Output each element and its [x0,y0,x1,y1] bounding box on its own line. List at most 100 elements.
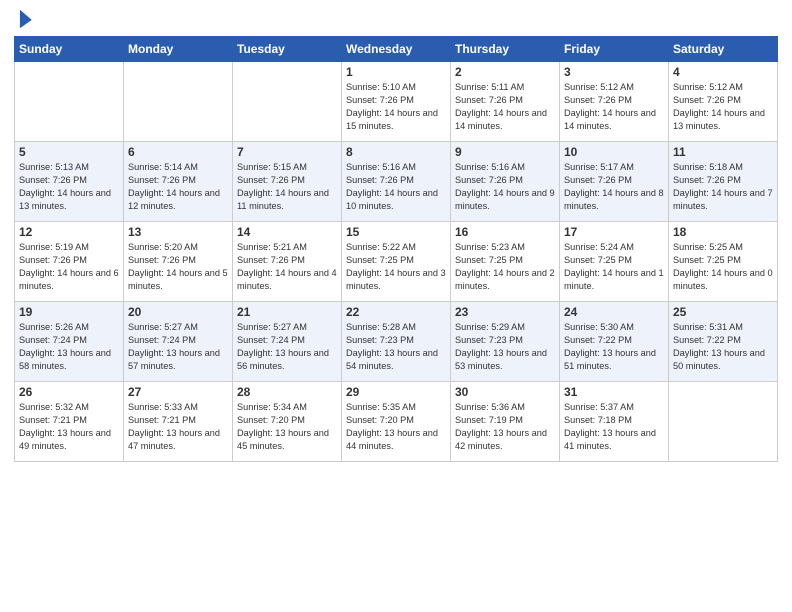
day-number: 15 [346,225,446,239]
table-row: 8 Sunrise: 5:16 AM Sunset: 7:26 PM Daylig… [342,142,451,222]
day-info: Sunrise: 5:28 AM Sunset: 7:23 PM Dayligh… [346,321,446,373]
table-row: 10 Sunrise: 5:17 AM Sunset: 7:26 PM Dayli… [560,142,669,222]
table-row: 14 Sunrise: 5:21 AM Sunset: 7:26 PM Dayli… [233,222,342,302]
day-info: Sunrise: 5:12 AM Sunset: 7:26 PM Dayligh… [564,81,664,133]
day-info: Sunrise: 5:34 AM Sunset: 7:20 PM Dayligh… [237,401,337,453]
day-number: 6 [128,145,228,159]
day-number: 25 [673,305,773,319]
table-row: 1 Sunrise: 5:10 AM Sunset: 7:26 PM Daylig… [342,62,451,142]
day-number: 10 [564,145,664,159]
day-info: Sunrise: 5:16 AM Sunset: 7:26 PM Dayligh… [455,161,555,213]
table-row: 5Sunrise: 5:13 AM Sunset: 7:26 PM Daylig… [15,142,124,222]
day-number: 18 [673,225,773,239]
day-number: 8 [346,145,446,159]
day-info: Sunrise: 5:29 AM Sunset: 7:23 PM Dayligh… [455,321,555,373]
day-info: Sunrise: 5:37 AM Sunset: 7:18 PM Dayligh… [564,401,664,453]
table-row: 29 Sunrise: 5:35 AM Sunset: 7:20 PM Dayli… [342,382,451,462]
day-info: Sunrise: 5:30 AM Sunset: 7:22 PM Dayligh… [564,321,664,373]
table-row: 15Sunrise: 5:22 AM Sunset: 7:25 PM Dayli… [342,222,451,302]
header [14,10,778,30]
day-number: 22 [346,305,446,319]
table-row: 31 Sunrise: 5:37 AM Sunset: 7:18 PM Dayli… [560,382,669,462]
logo [14,10,34,30]
table-row: 11 Sunrise: 5:18 AM Sunset: 7:26 PM Dayli… [669,142,778,222]
table-row: 7 Sunrise: 5:15 AM Sunset: 7:26 PM Daylig… [233,142,342,222]
table-row: 22 Sunrise: 5:28 AM Sunset: 7:23 PM Dayli… [342,302,451,382]
table-row: 27 Sunrise: 5:33 AM Sunset: 7:21 PM Dayli… [124,382,233,462]
day-number: 28 [237,385,337,399]
table-row: 4 Sunrise: 5:12 AM Sunset: 7:26 PM Daylig… [669,62,778,142]
col-sunday: Sunday [15,37,124,62]
day-info: Sunrise: 5:12 AM Sunset: 7:26 PM Dayligh… [673,81,773,133]
day-number: 11 [673,145,773,159]
day-number: 24 [564,305,664,319]
table-row [669,382,778,462]
day-number: 26 [19,385,119,399]
day-number: 13 [128,225,228,239]
day-info: Sunrise: 5:15 AM Sunset: 7:26 PM Dayligh… [237,161,337,213]
day-number: 3 [564,65,664,79]
col-saturday: Saturday [669,37,778,62]
table-row: 23Sunrise: 5:29 AM Sunset: 7:23 PM Dayli… [451,302,560,382]
col-thursday: Thursday [451,37,560,62]
calendar-week-row: 26Sunrise: 5:32 AM Sunset: 7:21 PM Dayli… [15,382,778,462]
col-wednesday: Wednesday [342,37,451,62]
table-row: 20Sunrise: 5:27 AM Sunset: 7:24 PM Dayli… [124,302,233,382]
day-number: 21 [237,305,337,319]
day-info: Sunrise: 5:36 AM Sunset: 7:19 PM Dayligh… [455,401,555,453]
table-row: 2Sunrise: 5:11 AM Sunset: 7:26 PM Daylig… [451,62,560,142]
day-info: Sunrise: 5:25 AM Sunset: 7:25 PM Dayligh… [673,241,773,293]
calendar-week-row: 5Sunrise: 5:13 AM Sunset: 7:26 PM Daylig… [15,142,778,222]
day-number: 29 [346,385,446,399]
calendar-table: Sunday Monday Tuesday Wednesday Thursday… [14,36,778,462]
day-number: 2 [455,65,555,79]
day-info: Sunrise: 5:24 AM Sunset: 7:25 PM Dayligh… [564,241,664,293]
day-number: 16 [455,225,555,239]
table-row: 16 Sunrise: 5:23 AM Sunset: 7:25 PM Dayli… [451,222,560,302]
table-row: 19 Sunrise: 5:26 AM Sunset: 7:24 PM Dayli… [15,302,124,382]
table-row: 3 Sunrise: 5:12 AM Sunset: 7:26 PM Daylig… [560,62,669,142]
table-row: 13Sunrise: 5:20 AM Sunset: 7:26 PM Dayli… [124,222,233,302]
day-info: Sunrise: 5:27 AM Sunset: 7:24 PM Dayligh… [237,321,337,373]
day-info: Sunrise: 5:19 AM Sunset: 7:26 PM Dayligh… [19,241,119,293]
day-info: Sunrise: 5:17 AM Sunset: 7:26 PM Dayligh… [564,161,664,213]
col-friday: Friday [560,37,669,62]
logo-icon [16,8,34,30]
table-row: 21 Sunrise: 5:27 AM Sunset: 7:24 PM Dayli… [233,302,342,382]
day-number: 19 [19,305,119,319]
day-info: Sunrise: 5:18 AM Sunset: 7:26 PM Dayligh… [673,161,773,213]
col-tuesday: Tuesday [233,37,342,62]
calendar-header-row: Sunday Monday Tuesday Wednesday Thursday… [15,37,778,62]
day-number: 12 [19,225,119,239]
table-row [124,62,233,142]
table-row [15,62,124,142]
day-number: 17 [564,225,664,239]
day-info: Sunrise: 5:33 AM Sunset: 7:21 PM Dayligh… [128,401,228,453]
calendar-week-row: 1 Sunrise: 5:10 AM Sunset: 7:26 PM Daylig… [15,62,778,142]
day-info: Sunrise: 5:14 AM Sunset: 7:26 PM Dayligh… [128,161,228,213]
day-info: Sunrise: 5:21 AM Sunset: 7:26 PM Dayligh… [237,241,337,293]
day-number: 30 [455,385,555,399]
table-row: 30 Sunrise: 5:36 AM Sunset: 7:19 PM Dayli… [451,382,560,462]
page: Sunday Monday Tuesday Wednesday Thursday… [0,0,792,612]
day-number: 1 [346,65,446,79]
calendar-week-row: 12 Sunrise: 5:19 AM Sunset: 7:26 PM Dayli… [15,222,778,302]
table-row: 6 Sunrise: 5:14 AM Sunset: 7:26 PM Daylig… [124,142,233,222]
day-info: Sunrise: 5:16 AM Sunset: 7:26 PM Dayligh… [346,161,446,213]
day-info: Sunrise: 5:23 AM Sunset: 7:25 PM Dayligh… [455,241,555,293]
table-row: 24 Sunrise: 5:30 AM Sunset: 7:22 PM Dayli… [560,302,669,382]
day-info: Sunrise: 5:26 AM Sunset: 7:24 PM Dayligh… [19,321,119,373]
table-row: 12 Sunrise: 5:19 AM Sunset: 7:26 PM Dayli… [15,222,124,302]
day-info: Sunrise: 5:31 AM Sunset: 7:22 PM Dayligh… [673,321,773,373]
table-row: 18 Sunrise: 5:25 AM Sunset: 7:25 PM Dayli… [669,222,778,302]
day-info: Sunrise: 5:10 AM Sunset: 7:26 PM Dayligh… [346,81,446,133]
day-number: 4 [673,65,773,79]
day-number: 7 [237,145,337,159]
table-row: 28 Sunrise: 5:34 AM Sunset: 7:20 PM Dayli… [233,382,342,462]
day-info: Sunrise: 5:13 AM Sunset: 7:26 PM Dayligh… [19,161,119,213]
table-row [233,62,342,142]
day-number: 27 [128,385,228,399]
day-number: 31 [564,385,664,399]
day-number: 14 [237,225,337,239]
day-info: Sunrise: 5:35 AM Sunset: 7:20 PM Dayligh… [346,401,446,453]
